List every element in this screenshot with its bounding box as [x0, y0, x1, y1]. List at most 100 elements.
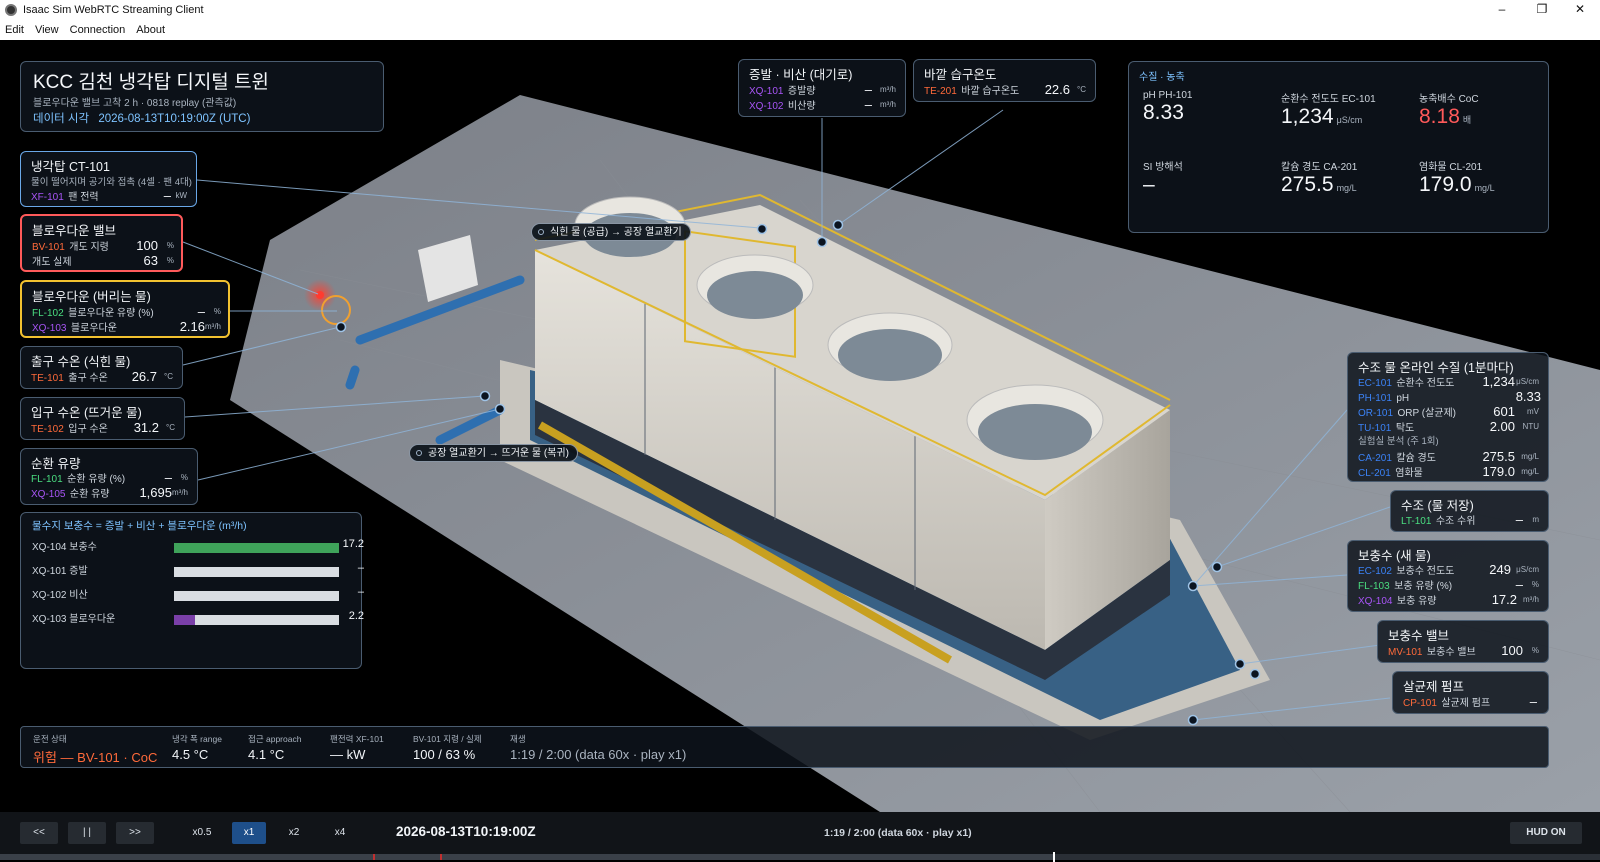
event-marker [440, 854, 442, 860]
menu-edit[interactable]: Edit [5, 24, 24, 36]
unit: % [213, 307, 221, 316]
unit: m³/h [880, 100, 896, 109]
drift-value: – [864, 97, 872, 112]
outlet-temp-value: 26.7 [131, 369, 157, 384]
row-label: 순환 유량 (%) [67, 474, 126, 485]
blowdown-water-panel[interactable]: 블로우다운 (버리는 물) FL-102 블로우다운 유량 (%) – % XQ… [20, 280, 230, 338]
blowdown-valve-panel[interactable]: 블로우다운 밸브 BV-101 개도 지령 100 % 개도 실제 63 % [20, 214, 183, 272]
coc-value: 8.18 [1419, 105, 1460, 128]
menu-view[interactable]: View [35, 24, 59, 36]
menu-bar: Edit View Connection About [0, 20, 1600, 40]
tag: TE-201 [924, 86, 957, 97]
evaporation-panel[interactable]: 증발 · 비산 (대기로) XQ-101 증발량 – m³/h XQ-102 비… [738, 59, 906, 117]
unit: °C [1077, 85, 1086, 94]
tag: EC-101 [1358, 378, 1392, 389]
bd-valve-title: 블로우다운 밸브 [32, 224, 116, 238]
unit: m³/h [205, 322, 221, 331]
status-key: 냉각 폭 range [172, 734, 222, 744]
unit: % [1531, 646, 1539, 655]
menu-about[interactable]: About [136, 24, 165, 36]
inlet-temp-value: 31.2 [133, 420, 159, 435]
basin-online-panel[interactable]: 수조 물 온라인 수질 (1분마다) EC-101 순환수 전도도 1,234 μS… [1347, 352, 1549, 482]
balance-bar-fill [174, 543, 339, 553]
row-label: pH [1396, 393, 1410, 404]
close-button[interactable]: ✕ [1560, 0, 1600, 20]
balance-label: XQ-103 블로우다운 [32, 614, 116, 625]
maximize-button[interactable]: ❐ [1522, 0, 1562, 20]
circ-flow-pct: – [164, 470, 172, 485]
lab-analysis-title: 실험실 분석 (주 1회) [1358, 436, 1439, 447]
tag: XQ-104 [1358, 596, 1393, 607]
makeup-valve-panel[interactable]: 보충수 밸브 MV-101 보충수 밸브 100 % [1377, 620, 1549, 663]
basin-level-panel[interactable]: 수조 (물 저장) LT-101 수조 수위 – m [1390, 490, 1549, 532]
circulation-flow-panel[interactable]: 순환 유량 FL-101 순환 유량 (%) – % XQ-105 순환 유량 … [20, 448, 198, 505]
page-subtitle: 블로우다운 밸브 고착 2 h · 0818 replay (관측값) [33, 98, 237, 109]
menu-connection[interactable]: Connection [70, 24, 126, 36]
speed-x0.5-button[interactable]: x0.5 [184, 822, 220, 844]
unit: μS/cm [1516, 377, 1539, 386]
row-label: 보충수 전도도 [1396, 566, 1455, 577]
event-marker [373, 854, 375, 860]
tag: LT-101 [1401, 516, 1432, 527]
makeup-conductivity: 249 [1489, 562, 1511, 577]
ph-value: 8.33 [1143, 101, 1184, 124]
balance-value: – [357, 562, 364, 574]
wetbulb-value: 22.6 [1044, 82, 1070, 97]
pause-button[interactable]: | | [68, 822, 106, 844]
tag: XQ-101 [749, 86, 784, 97]
speed-x2-button[interactable]: x2 [278, 822, 310, 844]
forward-button[interactable]: >> [116, 822, 154, 844]
supply-flow-callout: 식힌 물 (공급) → 공장 열교환기 [531, 223, 691, 241]
outlet-title: 출구 수온 (식힌 물) [31, 355, 131, 369]
unit: mV [1527, 407, 1539, 416]
row-label: 입구 수온 [68, 424, 108, 435]
page-title: KCC 김천 냉각탑 디지털 트윈 [33, 72, 270, 93]
timeline-track[interactable] [0, 852, 1600, 862]
outlet-temp-panel[interactable]: 출구 수온 (식힌 물) TE-101 출구 수온 26.7 °C [20, 346, 183, 389]
unit: m³/h [1523, 595, 1539, 604]
basin-level-value: – [1515, 512, 1523, 527]
unit: 배 [1462, 115, 1472, 125]
unit: °C [164, 372, 173, 381]
row-label: 수조 수위 [1435, 516, 1476, 527]
status-bar: 운전 상태 위험 — BV-101 · CoC 냉각 폭 range 4.5 °… [20, 726, 1549, 768]
biocide-pump-panel[interactable]: 살균제 펌프 CP-101 살균제 펌프 – [1392, 671, 1549, 714]
wq-label: 칼슘 경도 CA-201 [1281, 162, 1358, 173]
return-flow-callout: 공장 열교환기 → 뜨거운 물 (복귀) [409, 444, 578, 462]
wq-label: pH PH-101 [1143, 90, 1193, 101]
balance-bar-track [174, 591, 339, 601]
unit: °C [166, 423, 175, 432]
hud-toggle-button[interactable]: HUD ON [1510, 822, 1582, 844]
makeup-flow-value: 17.2 [1491, 592, 1517, 607]
tag: TU-101 [1358, 423, 1392, 434]
speed-x1-button[interactable]: x1 [232, 822, 266, 844]
tag: FL-103 [1358, 581, 1390, 592]
inlet-temp-panel[interactable]: 입구 수온 (뜨거운 물) TE-102 입구 수온 31.2 °C [20, 397, 185, 440]
minimize-button[interactable]: – [1482, 0, 1522, 20]
callout-dot-icon [416, 450, 422, 456]
playback-controls: << | | >> x0.5 x1 x2 x4 2026-08-13T10:19… [0, 812, 1600, 862]
balance-label: XQ-101 증발 [32, 566, 88, 577]
tower-panel[interactable]: 냉각탑 CT-101 물이 떨어지며 공기와 접촉 (4셀 · 팬 4대) XF… [20, 151, 197, 207]
wetbulb-panel[interactable]: 바깥 습구온도 TE-201 바깥 습구온도 22.6 °C [913, 59, 1096, 102]
tag: CL-201 [1358, 468, 1391, 479]
si-value: – [1143, 173, 1155, 196]
tag: MV-101 [1388, 647, 1423, 658]
evap-title: 증발 · 비산 (대기로) [749, 68, 853, 82]
speed-x4-button[interactable]: x4 [324, 822, 356, 844]
basin-lab-value: 179.0 [1482, 464, 1515, 479]
tag: CP-101 [1403, 698, 1437, 709]
basin-row: TU-101 탁도 2.00 NTU [1358, 419, 1545, 434]
row-label: 블로우다운 유량 (%) [68, 308, 154, 319]
operation-status-value: 위험 — BV-101 · CoC [33, 750, 158, 765]
bd-valve-command: 100 [136, 238, 158, 253]
unit: μS/cm [1336, 115, 1363, 125]
stream-viewport[interactable]: KCC 김천 냉각탑 디지털 트윈 블로우다운 밸브 고착 2 h · 0818… [0, 40, 1600, 812]
rewind-button[interactable]: << [20, 822, 58, 844]
unit: % [180, 473, 188, 482]
unit: kW [175, 191, 187, 200]
makeup-water-panel[interactable]: 보충수 (새 물) EC-102 보충수 전도도 249 μS/cm FL-10… [1347, 540, 1549, 612]
tag: XF-101 [31, 192, 64, 203]
timeline-handle[interactable] [1052, 852, 1055, 862]
wq-label: SI 방해석 [1143, 162, 1183, 173]
